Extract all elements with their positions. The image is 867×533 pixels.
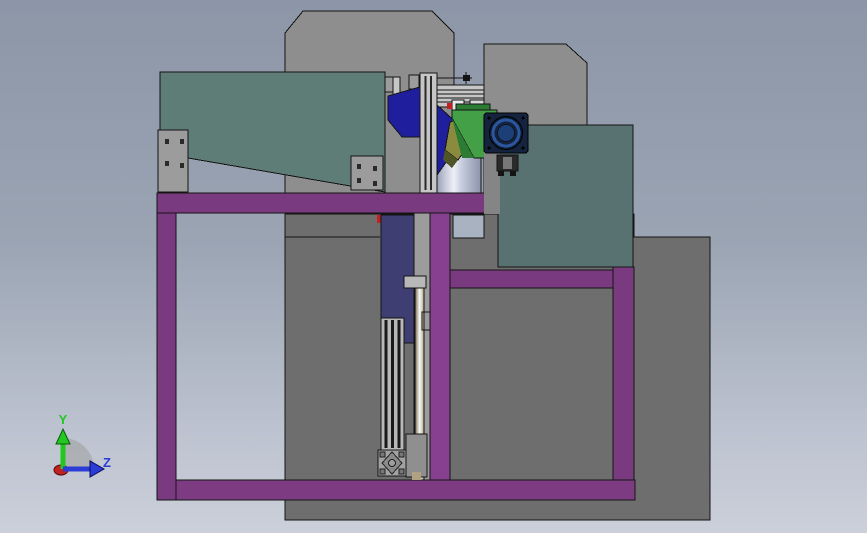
- z-axis-label: Z: [103, 455, 111, 470]
- frame-table-beam[interactable]: [156, 192, 494, 214]
- y-axis-label: Y: [59, 412, 68, 427]
- connector-nub-left: [498, 171, 504, 176]
- red-sensor-dot: [447, 103, 452, 109]
- top-block-b[interactable]: [408, 74, 420, 90]
- frame-left-leg[interactable]: [156, 192, 177, 501]
- slider-block[interactable]: [405, 433, 428, 478]
- hopper-bracket-right[interactable]: [350, 155, 384, 191]
- red-marker: [377, 215, 381, 223]
- rod-bracket[interactable]: [403, 275, 427, 289]
- frame-bottom-beam[interactable]: [175, 479, 636, 501]
- frame-mid-beam[interactable]: [449, 269, 614, 289]
- frame-middle-column[interactable]: [429, 212, 451, 481]
- extrusion-column[interactable]: [419, 72, 438, 194]
- sensor-marker: [463, 75, 470, 81]
- body-gap: [452, 214, 485, 239]
- model-canvas[interactable]: Y Z: [0, 0, 867, 533]
- rod-tip: [412, 472, 421, 480]
- connector-nub-right: [510, 171, 516, 176]
- frame-right-leg[interactable]: [612, 266, 635, 481]
- end-cap-profile: [379, 451, 405, 475]
- cad-viewport[interactable]: Y Z: [0, 0, 867, 533]
- connector-window: [503, 157, 512, 169]
- motor-shaft-core: [497, 124, 515, 142]
